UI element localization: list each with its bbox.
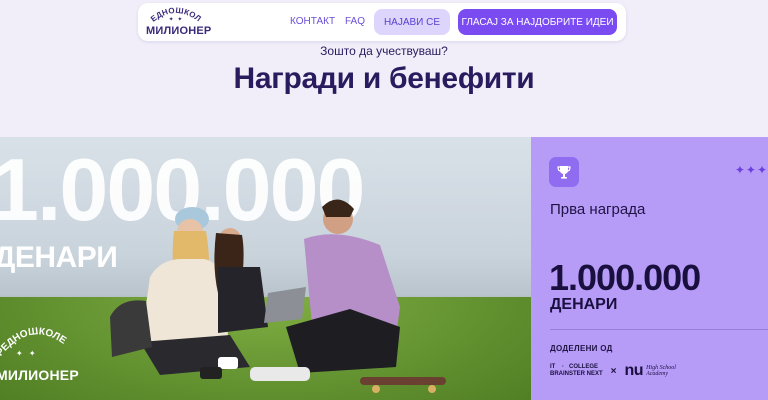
sponsor-separator: × bbox=[610, 365, 617, 377]
divider bbox=[550, 329, 768, 330]
sponsor-brainster-line2: BRAINSTER NEXT bbox=[550, 371, 603, 377]
hero-logo-stars: ✦ ✦ bbox=[16, 349, 38, 358]
prize-unit: ДЕНАРИ bbox=[550, 296, 618, 313]
sponsor-logos: IT · COLLEGE BRAINSTER NEXT × nu High Sc… bbox=[550, 362, 676, 380]
sponsor-brainster-line1: IT · COLLEGE bbox=[550, 364, 598, 370]
site-logo[interactable]: СРЕДНОШКОЛЕЦ ✦ ✦ МИЛИОНЕР bbox=[143, 0, 212, 39]
nav-link-faq[interactable]: FAQ bbox=[345, 16, 365, 27]
trophy-icon bbox=[557, 166, 571, 179]
logo-stars: ✦ ✦ bbox=[168, 17, 184, 23]
nav-link-contact[interactable]: КОНТАКТ bbox=[290, 16, 335, 27]
prize-title: Прва награда bbox=[550, 201, 646, 218]
top-navbar: СРЕДНОШКОЛЕЦ ✦ ✦ МИЛИОНЕР КОНТАКТ FAQ НА… bbox=[138, 0, 626, 41]
prize-amount: 1.000.000 bbox=[549, 257, 701, 298]
sponsor-nu-text: High School Academy bbox=[646, 365, 676, 377]
hero-image: 1.000.000 ДЕНАРИ СРЕДНОШКОЛЕЦ ✦ bbox=[0, 137, 531, 400]
hero-logo-arc: СРЕДНОШКОЛЕЦ bbox=[0, 319, 68, 358]
sponsor-nu-logo: nu High School Academy bbox=[625, 362, 676, 380]
sparkle-icon: ✦✦✦ bbox=[734, 163, 768, 177]
vote-button[interactable]: ГЛАСАЈ ЗА НАЈДОБРИТЕ ИДЕИ bbox=[458, 9, 617, 35]
sponsor-nu-mark: nu bbox=[624, 362, 644, 379]
awarded-by-label: ДОДЕЛЕНИ ОД bbox=[550, 344, 613, 353]
sponsor-brainster-logo: IT · COLLEGE BRAINSTER NEXT bbox=[550, 364, 603, 378]
sponsor-nu-line2: Academy bbox=[646, 371, 669, 377]
students-illustration bbox=[110, 199, 446, 393]
section-eyebrow: Зошто да учествуваш? bbox=[320, 44, 448, 58]
trophy-badge bbox=[549, 157, 579, 187]
logo-wordmark: МИЛИОНЕР bbox=[146, 25, 212, 37]
hero-logo-wordmark: МИЛИОНЕР bbox=[0, 367, 79, 383]
login-button[interactable]: НАЈАВИ СЕ bbox=[374, 9, 450, 35]
hero-logo: СРЕДНОШКОЛЕЦ ✦ ✦ МИЛИОНЕР bbox=[0, 319, 79, 397]
first-prize-card: ✦✦✦ Прва награда 1.000.000 ДЕНАРИ ДОДЕЛЕ… bbox=[531, 137, 768, 400]
section-title: Награди и бенефити bbox=[233, 62, 535, 95]
